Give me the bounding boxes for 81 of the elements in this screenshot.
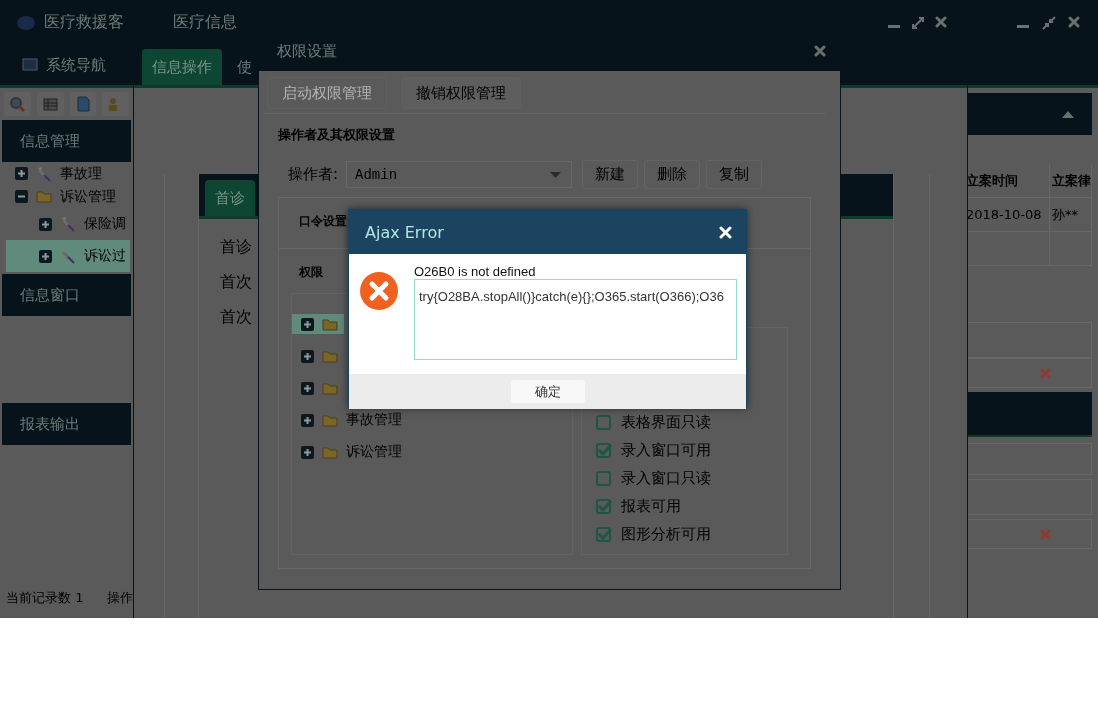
error-detail-field[interactable]: try{O28BA.stopAll()}catch(e){};O365.start(O366);O36 [414, 279, 737, 360]
dialog-title: Ajax Error [365, 222, 444, 242]
tree-label: 诉讼管理 [60, 187, 116, 206]
selected-tree-item[interactable]: 诉讼过 [6, 240, 130, 272]
folder-icon [322, 413, 338, 427]
tree-item[interactable]: 事故管理 [292, 410, 406, 430]
expand-icon[interactable] [15, 167, 28, 180]
sidebar-header[interactable]: 信息管理 [2, 120, 131, 162]
operator-select[interactable]: Admin [346, 161, 573, 188]
action-button[interactable]: 删除 [644, 160, 701, 189]
checkbox[interactable] [596, 442, 612, 459]
tab[interactable]: 信息操作 [142, 49, 222, 85]
folder-icon [322, 317, 338, 331]
nav-tab[interactable]: 系统导航 [46, 55, 106, 75]
expand-icon[interactable] [301, 349, 314, 363]
folder-icon [322, 445, 338, 459]
monitor-icon [22, 58, 38, 72]
status-text: 当前记录数 1 [6, 589, 84, 607]
tree-label: 事故理 [60, 164, 102, 183]
checkbox-label: 图形分析可用 [621, 525, 711, 544]
expand-icon[interactable] [39, 217, 52, 231]
sidebar-header[interactable]: 信息窗口 [2, 274, 131, 316]
document-icon[interactable] [74, 96, 91, 112]
folder-icon [322, 381, 338, 395]
tree-item[interactable]: 诉讼管理 [292, 442, 406, 462]
field-label: 操作者: [288, 165, 339, 184]
tool-icon [60, 216, 76, 232]
checkbox[interactable] [596, 414, 612, 431]
expand-icon[interactable] [301, 317, 314, 331]
section-title: 口令设置 [299, 214, 347, 228]
maximize-icon[interactable] [911, 15, 925, 30]
table-icon[interactable] [42, 96, 59, 112]
checkbox-label: 录入窗口可用 [621, 441, 711, 460]
expand-icon[interactable] [39, 249, 52, 263]
checkbox[interactable] [596, 498, 612, 515]
section-title: 操作者及其权限设置 [278, 126, 396, 144]
tree-label: 保险调 [84, 215, 126, 233]
expand-icon[interactable] [301, 381, 314, 395]
checkbox-label: 报表可用 [621, 497, 681, 516]
tree-item[interactable]: 事故理 [6, 162, 133, 185]
tree-label: 事故管理 [346, 411, 402, 429]
collapse-icon[interactable] [15, 190, 28, 203]
restore-icon[interactable] [1042, 15, 1056, 30]
tool-icon [60, 248, 76, 264]
action-button[interactable]: 复制 [706, 160, 763, 189]
tree-label: 诉讼管理 [346, 443, 402, 461]
panel-tab[interactable]: 首诊 [205, 180, 255, 216]
dropdown-caret-icon [550, 171, 562, 178]
expand-icon[interactable] [301, 445, 314, 459]
tool-icon [36, 165, 52, 182]
error-message: O26B0 is not defined [414, 265, 537, 279]
folder-icon [322, 349, 338, 363]
tree-item[interactable]: 诉讼管理 [6, 185, 133, 208]
checkbox-label: 录入窗口只读 [621, 469, 711, 488]
column-header: 立案律 [1050, 164, 1092, 198]
ok-button[interactable]: 确定 [510, 380, 585, 403]
expand-icon[interactable] [301, 413, 314, 427]
checkbox-label: 表格界面只读 [621, 413, 711, 432]
form-label: 首次 [220, 271, 252, 292]
tab[interactable]: 使 [236, 49, 253, 85]
form-label: 首次 [220, 306, 252, 327]
dialog-title: 权限设置 [277, 41, 337, 61]
tree-item[interactable]: 保险调 [6, 208, 130, 240]
section-title: 权限 [299, 265, 323, 279]
window-title: 医疗信息 [173, 12, 237, 33]
logo-icon [16, 14, 36, 31]
search-icon[interactable] [9, 96, 26, 112]
form-label: 首诊 [220, 236, 252, 257]
selected-tree-item[interactable] [292, 314, 344, 334]
table-cell: 孙** [1050, 198, 1092, 232]
action-button[interactable]: 新建 [582, 160, 639, 189]
checkbox[interactable] [596, 470, 612, 487]
sidebar-header[interactable]: 报表输出 [2, 403, 131, 445]
toolbar-button[interactable]: 撤销权限管理 [401, 77, 521, 109]
error-icon [360, 272, 398, 310]
status-text: 操作 [107, 589, 134, 607]
window-title: 医疗救援客 [44, 12, 124, 33]
folder-icon [36, 190, 52, 203]
checkbox[interactable] [596, 526, 612, 543]
collapse-caret-icon[interactable] [1062, 110, 1074, 118]
tree-label: 诉讼过 [84, 247, 126, 265]
